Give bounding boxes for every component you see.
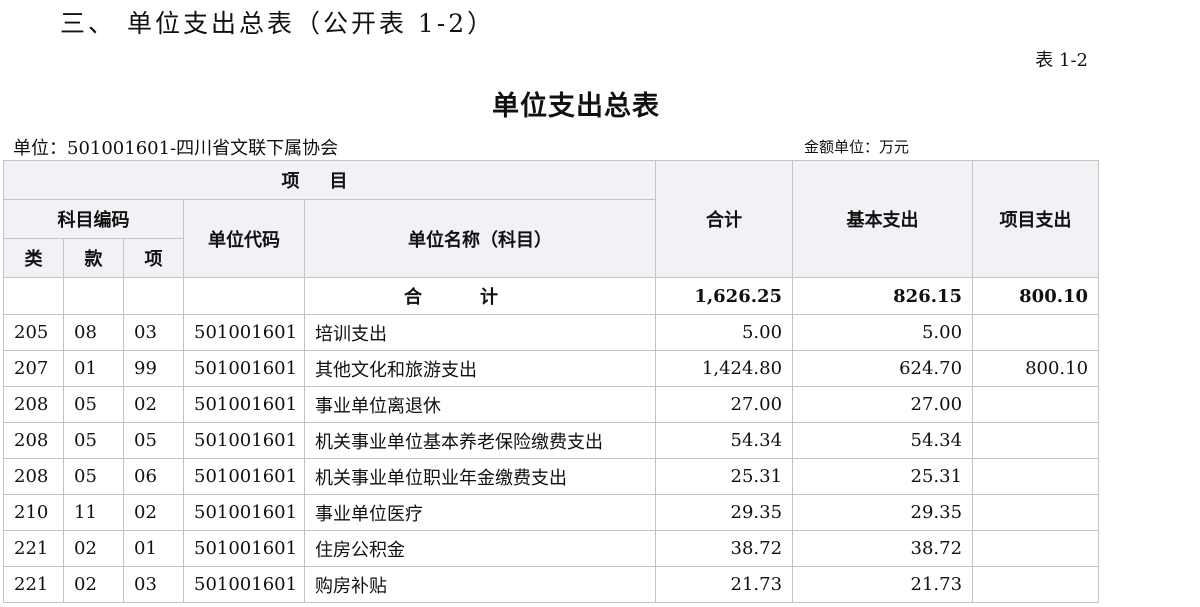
item-cell: 06	[123, 458, 184, 495]
project-cell	[972, 386, 1100, 423]
project-cell	[972, 314, 1100, 351]
unit-name-cell: 机关事业单位基本养老保险缴费支出	[303, 422, 657, 459]
header-total: 合计	[655, 160, 794, 278]
table-row: 210 11 02 501001601 事业单位医疗 29.35 29.35	[3, 494, 1100, 531]
basic-cell: 38.72	[792, 530, 974, 567]
unit-name-cell: 事业单位医疗	[303, 494, 657, 531]
table-row: 221 02 03 501001601 购房补贴 21.73 21.73	[3, 566, 1100, 603]
unit-name-cell: 住房公积金	[303, 530, 657, 567]
header-basic-expenditure: 基本支出	[792, 160, 974, 278]
total-row: 合计 1,626.25 826.15 800.10	[3, 277, 1100, 315]
total-cell: 25.31	[655, 458, 794, 495]
section-cell: 05	[63, 422, 124, 459]
header-section: 款	[63, 238, 124, 278]
table-row: 221 02 01 501001601 住房公积金 38.72 38.72	[3, 530, 1100, 567]
basic-cell: 624.70	[792, 350, 974, 387]
category-cell: 207	[3, 350, 64, 387]
unit-code-cell: 501001601	[183, 494, 305, 531]
category-cell: 205	[3, 314, 64, 351]
unit-code-cell: 501001601	[183, 350, 305, 387]
header-subject-code: 科目编码	[3, 199, 184, 239]
total-cell: 38.72	[655, 530, 794, 567]
header-project-expenditure: 项目支出	[972, 160, 1100, 278]
section-cell: 11	[63, 494, 124, 531]
section-cell: 01	[63, 350, 124, 387]
basic-cell: 29.35	[792, 494, 974, 531]
total-cell: 27.00	[655, 386, 794, 423]
total-label: 合计	[303, 277, 657, 315]
item-cell: 05	[123, 422, 184, 459]
unit-name-cell: 培训支出	[303, 314, 657, 351]
total-cell: 5.00	[655, 314, 794, 351]
item-cell: 03	[123, 566, 184, 603]
unit-code-cell: 501001601	[183, 386, 305, 423]
category-cell: 210	[3, 494, 64, 531]
expenditure-table: 项目 合计 基本支出 项目支出 科目编码 单位代码 单位名称（科目） 类 款 项…	[2, 160, 1100, 603]
unit-name-cell: 机关事业单位职业年金缴费支出	[303, 458, 657, 495]
item-cell: 02	[123, 386, 184, 423]
header-row-1: 项目 合计 基本支出 项目支出	[2, 160, 1100, 278]
category-cell: 221	[3, 566, 64, 603]
unit-name-cell: 其他文化和旅游支出	[303, 350, 657, 387]
project-cell	[972, 422, 1100, 459]
unit-name-cell: 购房补贴	[303, 566, 657, 603]
unit-name-cell: 事业单位离退休	[303, 386, 657, 423]
table-number: 表 1-2	[1035, 50, 1088, 71]
header-project: 项目	[2, 160, 657, 200]
header-category: 类	[3, 238, 64, 278]
category-cell: 208	[3, 386, 64, 423]
total-cell: 21.73	[655, 566, 794, 603]
unit-code-cell: 501001601	[183, 422, 305, 459]
table-row: 207 01 99 501001601 其他文化和旅游支出 1,424.80 6…	[3, 350, 1100, 387]
total-cell: 29.35	[655, 494, 794, 531]
project-cell	[972, 530, 1100, 567]
total-unit-code-cell	[183, 277, 305, 315]
header-unit-code: 单位代码	[183, 199, 305, 278]
item-cell: 99	[123, 350, 184, 387]
header-item: 项	[123, 238, 184, 278]
total-item-cell	[123, 277, 184, 315]
page-title: 单位支出总表	[492, 91, 660, 122]
section-cell: 05	[63, 386, 124, 423]
table-row: 208 05 02 501001601 事业单位离退休 27.00 27.00	[3, 386, 1100, 423]
section-cell: 02	[63, 566, 124, 603]
project-cell: 800.10	[972, 350, 1100, 387]
total-amount: 1,626.25	[655, 277, 794, 315]
total-basic-amount: 826.15	[792, 277, 974, 315]
project-cell	[972, 458, 1100, 495]
table-row: 205 08 03 501001601 培训支出 5.00 5.00	[3, 314, 1100, 351]
basic-cell: 54.34	[792, 422, 974, 459]
basic-cell: 21.73	[792, 566, 974, 603]
section-heading: 三、 单位支出总表（公开表 1-2）	[60, 9, 496, 38]
header-unit-name: 单位名称（科目）	[303, 199, 657, 278]
total-category-cell	[3, 277, 64, 315]
total-cell: 1,424.80	[655, 350, 794, 387]
section-cell: 02	[63, 530, 124, 567]
basic-cell: 25.31	[792, 458, 974, 495]
project-cell	[972, 566, 1100, 603]
item-cell: 02	[123, 494, 184, 531]
total-cell: 54.34	[655, 422, 794, 459]
item-cell: 03	[123, 314, 184, 351]
basic-cell: 27.00	[792, 386, 974, 423]
amount-unit-label: 金额单位：万元	[804, 138, 910, 156]
table-row: 208 05 06 501001601 机关事业单位职业年金缴费支出 25.31…	[3, 458, 1100, 495]
total-section-cell	[63, 277, 124, 315]
unit-code-cell: 501001601	[183, 530, 305, 567]
table-row: 208 05 05 501001601 机关事业单位基本养老保险缴费支出 54.…	[3, 422, 1100, 459]
unit-code-cell: 501001601	[183, 314, 305, 351]
section-cell: 05	[63, 458, 124, 495]
category-cell: 208	[3, 458, 64, 495]
category-cell: 221	[3, 530, 64, 567]
unit-code-cell: 501001601	[183, 458, 305, 495]
section-cell: 08	[63, 314, 124, 351]
project-cell	[972, 494, 1100, 531]
basic-cell: 5.00	[792, 314, 974, 351]
unit-code-cell: 501001601	[183, 566, 305, 603]
category-cell: 208	[3, 422, 64, 459]
total-project-amount: 800.10	[972, 277, 1100, 315]
unit-label: 单位：501001601-四川省文联下属协会	[13, 138, 339, 159]
item-cell: 01	[123, 530, 184, 567]
